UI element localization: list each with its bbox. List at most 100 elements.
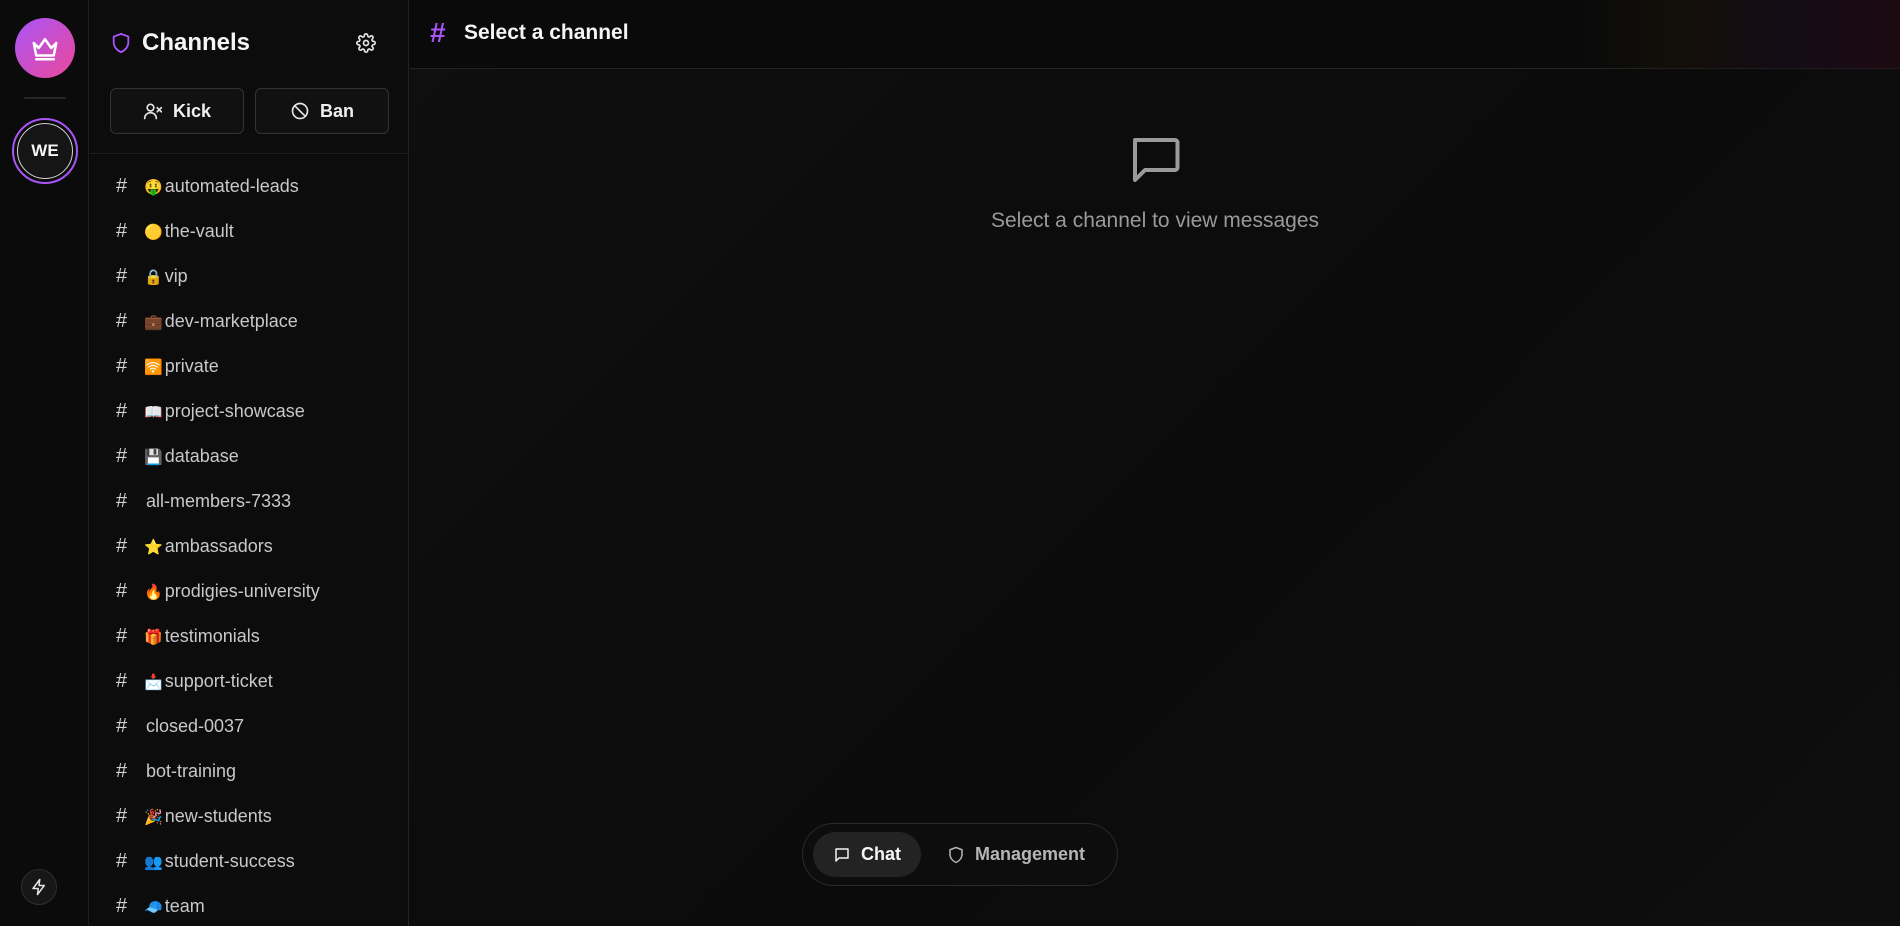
kick-button[interactable]: Kick bbox=[110, 88, 244, 134]
channel-header: # Select a channel bbox=[410, 0, 1900, 69]
header-glow bbox=[1580, 0, 1900, 69]
view-switcher: Chat Management bbox=[802, 823, 1118, 886]
channel-name: ambassadors bbox=[164, 536, 273, 556]
hash-icon: # bbox=[116, 670, 128, 692]
channel-name: project-showcase bbox=[164, 401, 305, 421]
hash-icon: # bbox=[116, 400, 128, 422]
hash-icon: # bbox=[116, 220, 128, 242]
hash-icon: # bbox=[116, 265, 128, 287]
channel-name: private bbox=[164, 356, 219, 376]
channel-name: support-ticket bbox=[164, 671, 273, 691]
sidebar-title: Channels bbox=[142, 29, 251, 56]
channel-item[interactable]: # 🔒 vip bbox=[90, 254, 409, 299]
sidebar-header: Channels Kick Ban bbox=[90, 0, 409, 154]
channel-name: bot-training bbox=[146, 761, 237, 781]
hash-icon: # bbox=[116, 355, 128, 377]
shield-icon bbox=[112, 32, 130, 54]
channel-name: new-students bbox=[164, 806, 272, 826]
shield-icon bbox=[949, 846, 963, 863]
lightning-icon bbox=[32, 878, 45, 896]
settings-button[interactable] bbox=[353, 30, 379, 56]
channel-name: the-vault bbox=[164, 221, 234, 241]
tab-management-label: Management bbox=[975, 844, 1086, 864]
channel-name: prodigies-university bbox=[164, 581, 320, 601]
channel-name: closed-0037 bbox=[146, 716, 245, 736]
sidebar-title-row: Channels bbox=[110, 29, 250, 57]
channel-item[interactable]: # bot-training bbox=[90, 749, 409, 794]
channel-name: all-members-7333 bbox=[146, 491, 292, 511]
channel-sidebar: Channels Kick Ban # 🤑 automated-leads # … bbox=[90, 0, 409, 926]
channel-item[interactable]: # all-members-7333 bbox=[90, 479, 409, 524]
channel-item[interactable]: # 📖 project-showcase bbox=[90, 389, 409, 434]
main-panel: # Select a channel Select a channel to v… bbox=[410, 0, 1900, 926]
channel-emoji: 🔥 bbox=[144, 583, 163, 601]
channel-name: vip bbox=[164, 266, 188, 286]
channel-emoji: 🤑 bbox=[144, 178, 163, 196]
channel-emoji: 🟡 bbox=[144, 223, 163, 241]
hash-icon: # bbox=[116, 175, 128, 197]
channel-name: student-success bbox=[164, 851, 295, 871]
channel-item[interactable]: # ⭐ ambassadors bbox=[90, 524, 409, 569]
channel-item[interactable]: # closed-0037 bbox=[90, 704, 409, 749]
channel-item[interactable]: # 💾 database bbox=[90, 434, 409, 479]
channel-emoji: 🛜 bbox=[144, 358, 163, 376]
channel-title: Select a channel bbox=[464, 21, 629, 44]
channel-item[interactable]: # 🔥 prodigies-university bbox=[90, 569, 409, 614]
channel-item[interactable]: # 💼 dev-marketplace bbox=[90, 299, 409, 344]
tab-chat[interactable]: Chat bbox=[813, 832, 921, 877]
hash-icon: # bbox=[116, 895, 128, 917]
hash-icon: # bbox=[430, 17, 446, 48]
message-square-icon bbox=[835, 847, 849, 862]
channel-name: testimonials bbox=[164, 626, 260, 646]
hash-icon: # bbox=[116, 760, 128, 782]
channel-item[interactable]: # 🛜 private bbox=[90, 344, 409, 389]
channel-emoji: 💾 bbox=[144, 448, 163, 466]
channel-emoji: 👥 bbox=[144, 853, 163, 871]
quick-action-button[interactable] bbox=[21, 869, 57, 905]
message-square-icon bbox=[1133, 138, 1180, 182]
hash-icon: # bbox=[116, 310, 128, 332]
kick-label: Kick bbox=[172, 100, 212, 121]
ban-label: Ban bbox=[319, 100, 354, 121]
channel-emoji: 💼 bbox=[144, 313, 163, 331]
channel-emoji: 🧢 bbox=[144, 898, 163, 916]
empty-state: Select a channel to view messages bbox=[410, 130, 1900, 233]
channel-emoji: 🎉 bbox=[144, 808, 163, 826]
channel-emoji: 📩 bbox=[144, 673, 163, 691]
rail-divider bbox=[24, 97, 66, 99]
empty-state-message: Select a channel to view messages bbox=[990, 209, 1319, 232]
hash-icon: # bbox=[116, 850, 128, 872]
channel-item[interactable]: # 📩 support-ticket bbox=[90, 659, 409, 704]
ban-button[interactable]: Ban bbox=[255, 88, 389, 134]
channel-item[interactable]: # 🧢 team bbox=[90, 884, 409, 926]
channel-emoji: 📖 bbox=[144, 403, 163, 421]
tab-management[interactable]: Management bbox=[927, 832, 1105, 877]
channel-emoji: ⭐ bbox=[144, 538, 163, 556]
hash-icon: # bbox=[116, 715, 128, 737]
server-rail: WE bbox=[0, 0, 89, 926]
channel-name: dev-marketplace bbox=[164, 311, 298, 331]
ban-icon bbox=[291, 102, 309, 120]
crown-logo-button[interactable] bbox=[15, 18, 75, 78]
hash-icon: # bbox=[116, 580, 128, 602]
channel-name: automated-leads bbox=[164, 176, 299, 196]
channel-name: team bbox=[164, 896, 205, 916]
hash-icon: # bbox=[116, 625, 128, 647]
hash-icon: # bbox=[116, 805, 128, 827]
server-initials: WE bbox=[17, 123, 73, 179]
hash-icon: # bbox=[116, 490, 128, 512]
hash-icon: # bbox=[116, 445, 128, 467]
channel-emoji: 🎁 bbox=[144, 628, 163, 646]
tab-chat-label: Chat bbox=[861, 844, 901, 864]
hash-icon: # bbox=[116, 535, 128, 557]
channel-name: database bbox=[164, 446, 239, 466]
server-avatar[interactable]: WE bbox=[12, 118, 78, 184]
channel-item[interactable]: # 🎉 new-students bbox=[90, 794, 409, 839]
channel-emoji: 🔒 bbox=[144, 268, 163, 286]
channel-item[interactable]: # 🤑 automated-leads bbox=[90, 164, 409, 209]
crown-icon bbox=[32, 38, 58, 61]
channel-item[interactable]: # 🎁 testimonials bbox=[90, 614, 409, 659]
channel-list: # 🤑 automated-leads # 🟡 the-vault # 🔒 vip # 💼 de… bbox=[90, 164, 409, 926]
channel-item[interactable]: # 👥 student-success bbox=[90, 839, 409, 884]
channel-item[interactable]: # 🟡 the-vault bbox=[90, 209, 409, 254]
